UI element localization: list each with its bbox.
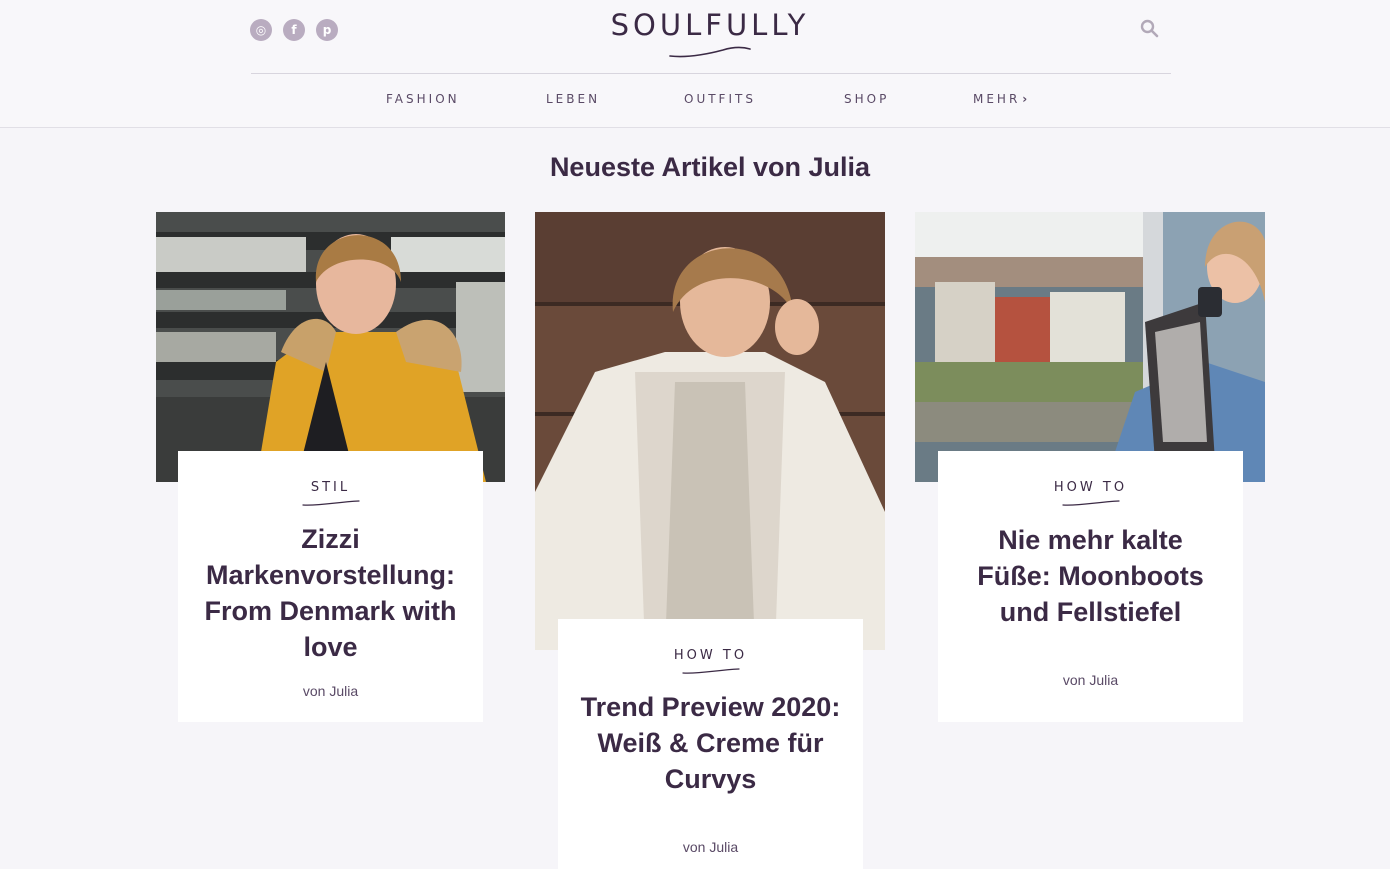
section-title: Neueste Artikel von Julia bbox=[549, 152, 871, 182]
site-header: ◎ f p SOULFULLY FASHION LEBEN OUTFITS SH… bbox=[0, 0, 1390, 128]
article-title[interactable]: Trend Preview 2020: Weiß & Creme für Cur… bbox=[558, 689, 863, 797]
category-swoosh-icon bbox=[1061, 500, 1120, 506]
article-category[interactable]: HOW TO bbox=[938, 480, 1243, 495]
article-author[interactable]: von Julia bbox=[558, 839, 863, 855]
social-links: ◎ f p bbox=[250, 19, 338, 41]
nav-item-mehr-label: MEHR bbox=[973, 92, 1021, 106]
article-title[interactable]: Nie mehr kalte Füße: Moonboots und Fells… bbox=[938, 522, 1243, 630]
category-swoosh-icon bbox=[301, 500, 360, 506]
article-author[interactable]: von Julia bbox=[938, 672, 1243, 688]
article-card-2[interactable]: HOW TO Trend Preview 2020: Weiß & Creme … bbox=[558, 619, 863, 869]
nav-item-leben[interactable]: LEBEN bbox=[546, 92, 600, 106]
article-image-1[interactable] bbox=[156, 212, 505, 482]
article-author[interactable]: von Julia bbox=[178, 683, 483, 699]
article-category[interactable]: STIL bbox=[178, 480, 483, 495]
pinterest-icon[interactable]: p bbox=[316, 19, 338, 41]
site-logo[interactable]: SOULFULLY bbox=[560, 8, 860, 42]
article-image-3[interactable] bbox=[915, 212, 1265, 482]
search-icon[interactable] bbox=[1140, 19, 1159, 42]
article-image-2[interactable] bbox=[535, 212, 885, 650]
logo-swoosh-icon bbox=[669, 46, 751, 58]
category-swoosh-icon bbox=[681, 668, 740, 674]
chevron-right-icon: › bbox=[1022, 92, 1028, 106]
article-card-1[interactable]: STIL Zizzi Markenvorstellung: From Denma… bbox=[178, 451, 483, 722]
instagram-icon[interactable]: ◎ bbox=[250, 19, 272, 41]
article-category[interactable]: HOW TO bbox=[558, 648, 863, 663]
article-title[interactable]: Zizzi Markenvorstellung: From Denmark wi… bbox=[178, 521, 483, 665]
nav-item-mehr[interactable]: MEHR › bbox=[973, 92, 1027, 106]
nav-item-shop[interactable]: SHOP bbox=[844, 92, 889, 106]
nav-item-outfits[interactable]: OUTFITS bbox=[684, 92, 756, 106]
nav-item-fashion[interactable]: FASHION bbox=[386, 92, 460, 106]
header-divider bbox=[251, 73, 1171, 74]
main-nav: FASHION LEBEN OUTFITS SHOP MEHR › bbox=[0, 92, 1390, 112]
article-card-3[interactable]: HOW TO Nie mehr kalte Füße: Moonboots un… bbox=[938, 451, 1243, 722]
facebook-icon[interactable]: f bbox=[283, 19, 305, 41]
